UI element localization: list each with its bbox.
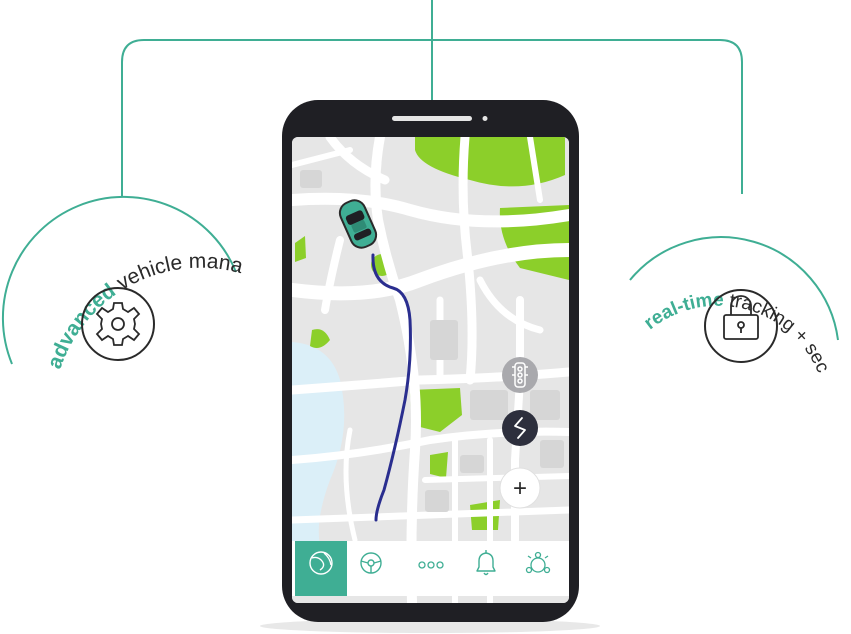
traffic-light-button[interactable]: [502, 357, 538, 393]
phone-speaker: [392, 116, 472, 121]
illustration-canvas: advanced vehicle management real-time tr…: [0, 0, 839, 633]
phone: +: [282, 100, 579, 622]
bottom-nav: [292, 541, 569, 596]
right-feature-emphasis: real-time: [640, 290, 723, 334]
phone-camera: [482, 116, 488, 121]
route-button[interactable]: [502, 410, 538, 446]
zoom-in-button[interactable]: +: [499, 467, 541, 509]
plus-icon: +: [513, 475, 527, 502]
